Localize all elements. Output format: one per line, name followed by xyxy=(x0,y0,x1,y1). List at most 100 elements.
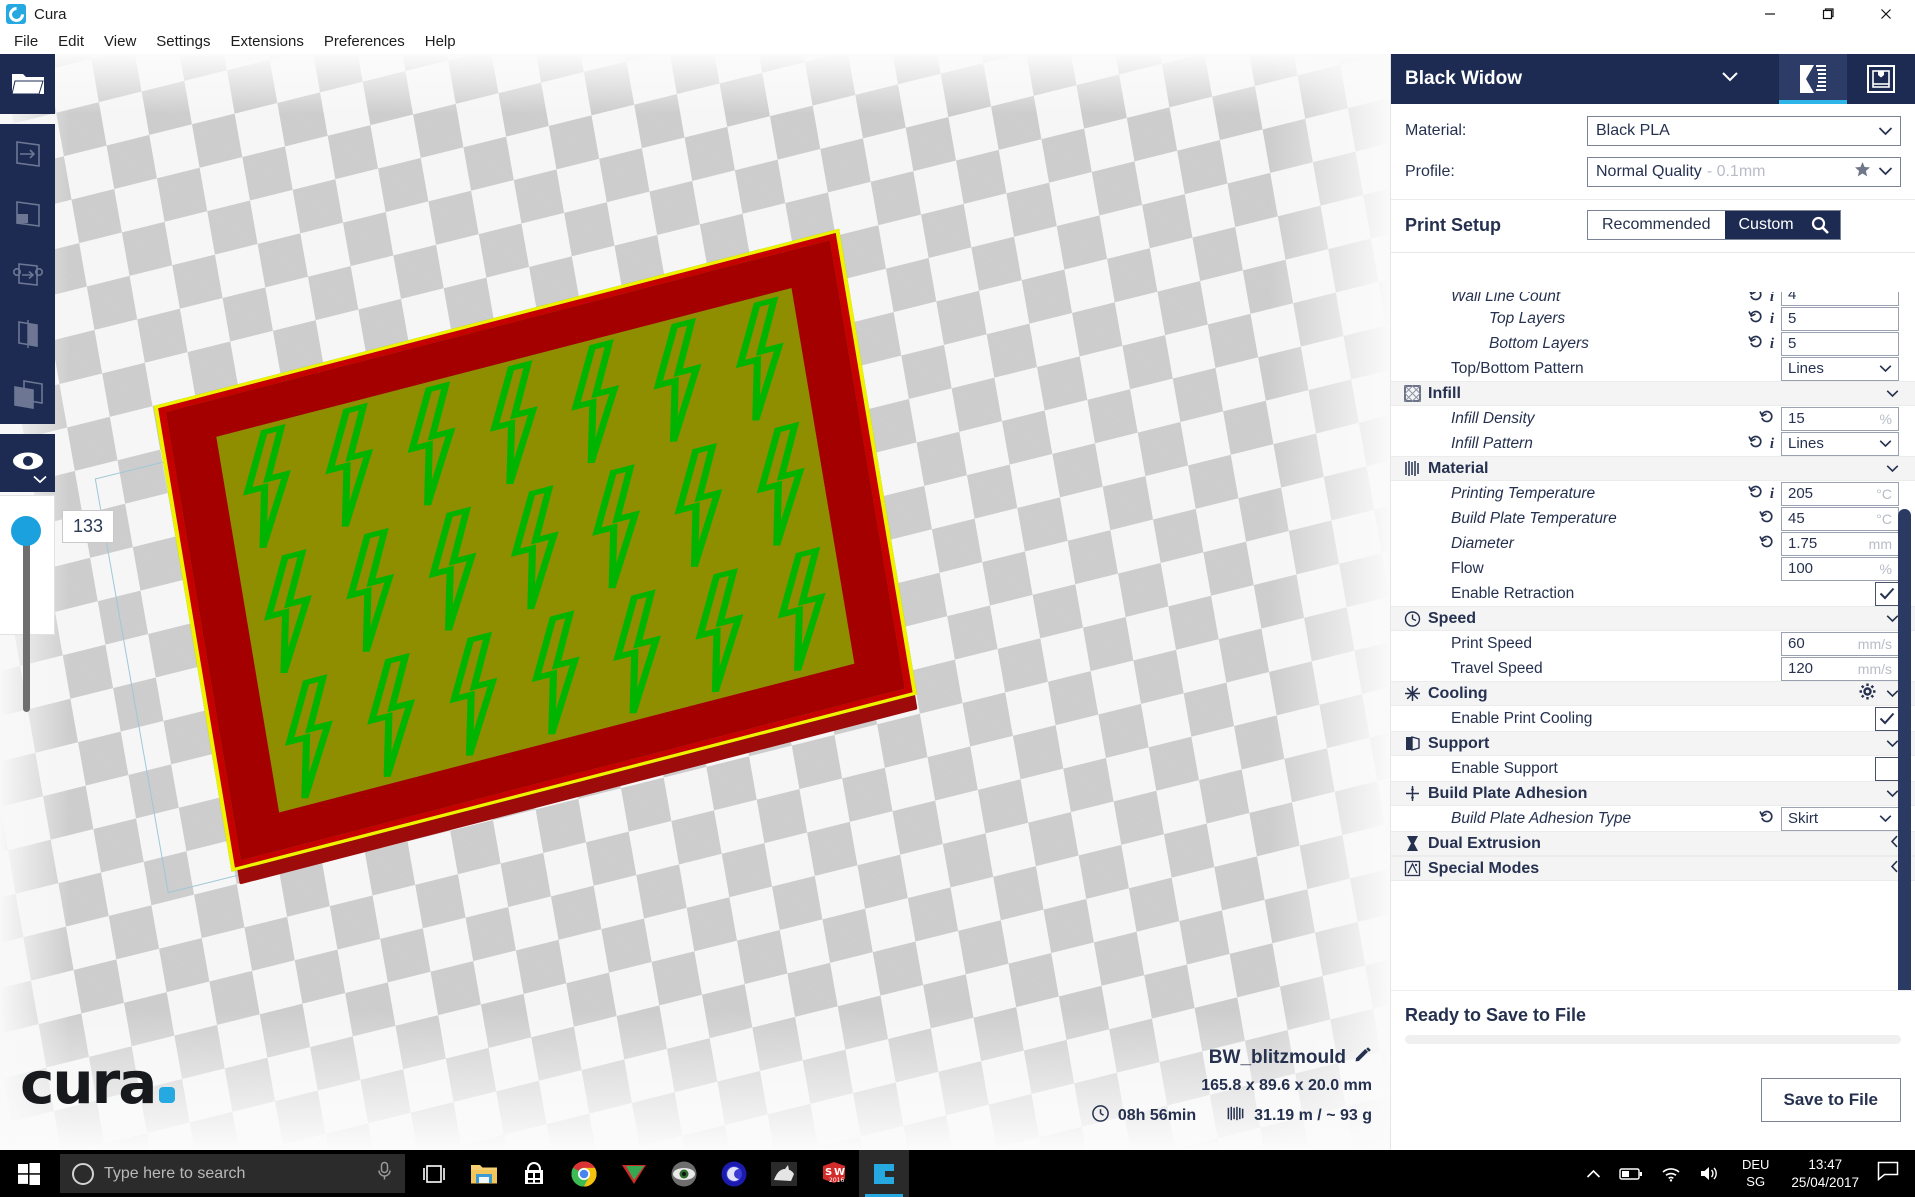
info-icon[interactable]: i xyxy=(1770,292,1774,306)
layer-slider-handle[interactable] xyxy=(11,516,41,546)
solidworks-icon[interactable]: S W 2016 xyxy=(809,1150,859,1197)
menu-preferences[interactable]: Preferences xyxy=(314,31,415,52)
layer-slider-rail[interactable] xyxy=(23,527,30,712)
menu-file[interactable]: File xyxy=(4,31,48,52)
settings-category-special-modes[interactable]: Special Modes xyxy=(1391,856,1915,881)
search-icon[interactable] xyxy=(1807,211,1840,239)
setting-row-enable-retraction[interactable]: Enable Retraction xyxy=(1391,581,1915,606)
google-chrome-icon[interactable] xyxy=(559,1150,609,1197)
setting-row-enable-print-cooling[interactable]: Enable Print Cooling xyxy=(1391,706,1915,731)
setting-input[interactable]: 5 xyxy=(1781,331,1899,356)
menu-extensions[interactable]: Extensions xyxy=(220,31,313,52)
microsoft-store-icon[interactable] xyxy=(509,1150,559,1197)
cura-taskbar-icon[interactable] xyxy=(859,1150,909,1197)
layer-number-value[interactable]: 133 xyxy=(62,510,115,543)
revert-icon[interactable] xyxy=(1759,809,1774,828)
menu-view[interactable]: View xyxy=(94,31,146,52)
move-tool-icon[interactable] xyxy=(0,124,55,184)
setting-row-travel-speed[interactable]: Travel Speed 120 mm/s xyxy=(1391,656,1915,681)
microphone-icon[interactable] xyxy=(376,1161,393,1186)
chevron-down-icon[interactable] xyxy=(1879,435,1892,452)
setting-row-top-bottom-pattern[interactable]: Top/Bottom Pattern Lines xyxy=(1391,356,1915,381)
mode-recommended-button[interactable]: Recommended xyxy=(1588,211,1725,239)
chevron-down-icon[interactable] xyxy=(1879,810,1892,827)
setting-row-build-plate-adhesion-type[interactable]: Build Plate Adhesion Type Skirt xyxy=(1391,806,1915,831)
task-view-icon[interactable] xyxy=(409,1150,459,1197)
setting-row-top-layers[interactable]: Top Layers i 5 xyxy=(1391,306,1915,331)
mode-custom-button[interactable]: Custom xyxy=(1724,211,1808,239)
chevron-down-icon[interactable] xyxy=(1721,70,1739,88)
setting-input[interactable]: 45 °C xyxy=(1781,506,1899,531)
menu-edit[interactable]: Edit xyxy=(48,31,94,52)
revert-icon[interactable] xyxy=(1748,434,1763,453)
setting-row-build-plate-temperature[interactable]: Build Plate Temperature 45 °C xyxy=(1391,506,1915,531)
save-to-file-button[interactable]: Save to File xyxy=(1760,1078,1901,1122)
open-file-icon[interactable] xyxy=(0,54,55,114)
view-mode-button[interactable] xyxy=(0,434,55,492)
chevron-down-icon[interactable] xyxy=(1879,360,1892,377)
setting-input[interactable]: 100% xyxy=(1781,556,1899,581)
settings-category-material[interactable]: Material xyxy=(1391,456,1915,481)
menu-help[interactable]: Help xyxy=(415,31,466,52)
setting-select[interactable]: Lines xyxy=(1781,356,1899,381)
revert-icon[interactable] xyxy=(1748,334,1763,353)
settings-category-speed[interactable]: Speed xyxy=(1391,606,1915,631)
scale-tool-icon[interactable] xyxy=(0,184,55,244)
setting-checkbox[interactable] xyxy=(1875,756,1899,781)
3d-viewport[interactable]: cura BW_blitzmould 165.8 x 89.6 x 20.0 m… xyxy=(0,54,1390,1150)
rotate-tool-icon[interactable] xyxy=(0,244,55,304)
clock-date[interactable]: 13:47 25/04/2017 xyxy=(1781,1156,1869,1191)
info-icon[interactable]: i xyxy=(1770,310,1774,328)
eye-app-icon[interactable] xyxy=(659,1150,709,1197)
close-icon[interactable] xyxy=(1857,0,1915,28)
chevron-down-icon[interactable] xyxy=(1878,163,1893,181)
material-select[interactable]: Black PLA xyxy=(1587,116,1901,146)
gear-icon[interactable] xyxy=(1859,683,1876,705)
revert-icon[interactable] xyxy=(1759,534,1774,553)
menu-settings[interactable]: Settings xyxy=(146,31,220,52)
revert-icon[interactable] xyxy=(1748,309,1763,328)
setting-row-print-speed[interactable]: Print Speed 60 mm/s xyxy=(1391,631,1915,656)
setting-row-infill-density[interactable]: Infill Density 15% xyxy=(1391,406,1915,431)
setting-row-bottom-layers[interactable]: Bottom Layers i 5 xyxy=(1391,331,1915,356)
mirror-tool-icon[interactable] xyxy=(0,304,55,364)
search-input[interactable]: Type here to search xyxy=(60,1154,405,1193)
setting-input[interactable]: 15% xyxy=(1781,406,1899,431)
setting-select[interactable]: Skirt xyxy=(1781,806,1899,831)
action-center-icon[interactable] xyxy=(1869,1161,1911,1186)
setting-input[interactable]: 60 mm/s xyxy=(1781,631,1899,656)
revert-icon[interactable] xyxy=(1748,484,1763,503)
settings-scrollbar[interactable] xyxy=(1898,509,1911,1069)
print-settings-tab-icon[interactable] xyxy=(1779,54,1847,104)
per-model-settings-icon[interactable] xyxy=(0,364,55,424)
print-monitor-tab-icon[interactable] xyxy=(1847,54,1915,104)
battery-icon[interactable] xyxy=(1610,1167,1652,1181)
setting-row-diameter[interactable]: Diameter 1.75 mm xyxy=(1391,531,1915,556)
setting-row-enable-support[interactable]: Enable Support xyxy=(1391,756,1915,781)
pencil-icon[interactable] xyxy=(1354,1046,1372,1070)
settings-list[interactable]: Wall Line Count i 4 Top Layers i 5 Bottom Laye… xyxy=(1391,292,1915,990)
setting-input[interactable]: 4 xyxy=(1781,292,1899,306)
chevron-down-icon[interactable] xyxy=(1886,385,1899,403)
setting-row-printing-temperature[interactable]: Printing Temperature i 205 °C xyxy=(1391,481,1915,506)
setting-row-infill-pattern[interactable]: Infill Pattern i Lines xyxy=(1391,431,1915,456)
setting-checkbox[interactable] xyxy=(1875,706,1899,731)
keyboard-language-indicator[interactable]: DEU SG xyxy=(1730,1157,1781,1190)
setting-row-flow[interactable]: Flow 100% xyxy=(1391,556,1915,581)
rhino-icon[interactable] xyxy=(759,1150,809,1197)
setting-input[interactable]: 1.75 mm xyxy=(1781,531,1899,556)
info-icon[interactable]: i xyxy=(1770,335,1774,353)
volume-icon[interactable] xyxy=(1690,1165,1730,1182)
profile-select[interactable]: Normal Quality - 0.1mm xyxy=(1587,157,1901,187)
cinema4d-icon[interactable] xyxy=(709,1150,759,1197)
chevron-down-icon[interactable] xyxy=(1886,460,1899,478)
minimize-icon[interactable] xyxy=(1741,0,1799,28)
star-icon[interactable] xyxy=(1854,161,1871,183)
info-icon[interactable]: i xyxy=(1770,485,1774,503)
setting-checkbox[interactable] xyxy=(1875,581,1899,606)
settings-category-support[interactable]: Support xyxy=(1391,731,1915,756)
settings-category-build-plate-adhesion[interactable]: Build Plate Adhesion xyxy=(1391,781,1915,806)
setting-input[interactable]: 5 xyxy=(1781,306,1899,331)
windows-start-icon[interactable] xyxy=(0,1150,58,1197)
settings-category-cooling[interactable]: Cooling xyxy=(1391,681,1915,706)
